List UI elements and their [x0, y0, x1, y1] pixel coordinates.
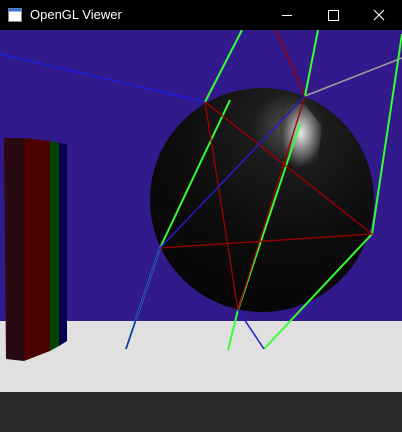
- maximize-icon: [328, 10, 339, 21]
- maximize-button[interactable]: [310, 0, 356, 30]
- opengl-viewer-window: OpenGL Viewer: [0, 0, 402, 432]
- minimize-button[interactable]: [264, 0, 310, 30]
- close-button[interactable]: [356, 0, 402, 30]
- pillar-red: [24, 138, 50, 361]
- app-icon: [8, 8, 22, 22]
- close-icon: [373, 9, 385, 21]
- pillar-front: [4, 138, 24, 361]
- window-title: OpenGL Viewer: [30, 7, 122, 22]
- title-bar[interactable]: OpenGL Viewer: [0, 0, 402, 30]
- bottom-strip: [0, 392, 402, 432]
- gl-viewport[interactable]: [0, 30, 402, 392]
- pillar-green: [50, 141, 59, 351]
- pillar-blue: [59, 143, 67, 346]
- minimize-icon: [282, 15, 292, 16]
- pillars: [4, 138, 67, 361]
